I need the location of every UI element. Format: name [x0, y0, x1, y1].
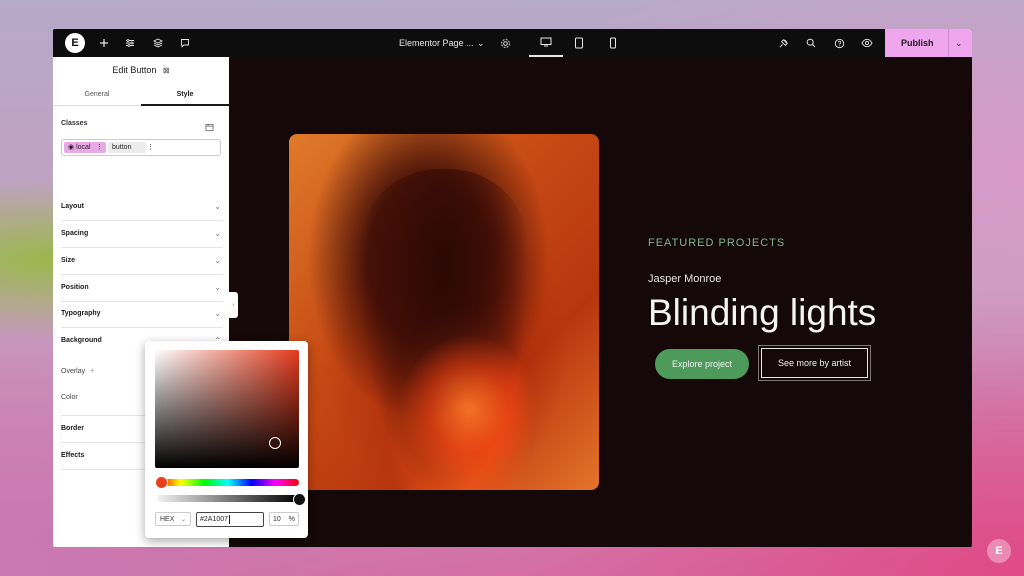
- section-label: Position: [61, 284, 89, 291]
- opacity-input[interactable]: 10 %: [269, 512, 299, 526]
- add-element-icon[interactable]: [92, 29, 116, 57]
- layers-icon[interactable]: [146, 29, 170, 57]
- search-icon[interactable]: [799, 29, 823, 57]
- class-chip-button[interactable]: button ⋮: [108, 142, 154, 153]
- section-label: Background: [61, 337, 102, 344]
- section-spacing[interactable]: Spacing ⌄: [61, 221, 223, 248]
- publish-options-chevron-icon[interactable]: ⌄: [955, 29, 963, 57]
- text-caret: [229, 514, 231, 524]
- save-class-icon[interactable]: [205, 119, 214, 137]
- panel-tabs: General Style: [53, 85, 229, 106]
- logo-glyph: E: [71, 37, 79, 49]
- section-label: Effects: [61, 452, 85, 459]
- mobile-view-icon[interactable]: [596, 31, 630, 55]
- color-format-select[interactable]: HEX ⌄: [155, 512, 191, 526]
- page-settings-gear-icon[interactable]: [493, 29, 517, 57]
- chevron-down-icon: ⌄: [214, 283, 221, 292]
- site-settings-icon[interactable]: [118, 29, 142, 57]
- fire-glow: [399, 334, 539, 484]
- classes-label: Classes: [61, 120, 88, 127]
- tab-general[interactable]: General: [53, 85, 141, 105]
- publish-divider: [948, 29, 949, 57]
- section-label: Size: [61, 257, 76, 264]
- widgets-grid-icon[interactable]: ⊠: [163, 66, 170, 75]
- section-layout[interactable]: Layout ⌄: [61, 194, 223, 221]
- chevron-down-icon: ⌄: [214, 229, 221, 238]
- eyebrow-heading[interactable]: FEATURED PROJECTS: [648, 237, 785, 249]
- opacity-value: 10: [273, 516, 281, 523]
- see-more-by-artist-button[interactable]: See more by artist: [758, 345, 871, 381]
- location-pin-icon: ◉: [68, 144, 75, 151]
- section-typography[interactable]: Typography ⌄: [61, 301, 223, 328]
- chip-local-label: local: [76, 144, 91, 151]
- chevron-down-icon: ⌄: [214, 202, 221, 211]
- integrations-icon[interactable]: [771, 29, 795, 57]
- classes-input[interactable]: ◉ local ⋮ button ⋮: [61, 139, 221, 156]
- hex-input-value: #2A1007: [200, 516, 229, 523]
- page-title-dropdown[interactable]: Elementor Page ...: [399, 29, 474, 57]
- explore-project-button[interactable]: Explore project: [655, 349, 749, 379]
- section-label: Layout: [61, 203, 84, 210]
- opacity-unit: %: [288, 516, 295, 523]
- color-format-value: HEX: [160, 516, 175, 523]
- chevron-down-icon[interactable]: ⌄: [477, 29, 485, 57]
- section-size[interactable]: Size ⌄: [61, 248, 223, 275]
- saturation-value-area[interactable]: [155, 350, 299, 468]
- top-bar: E Elementor Page ... ⌄ Publish ⌄: [53, 29, 972, 57]
- section-position[interactable]: Position ⌄: [61, 275, 223, 302]
- artist-name[interactable]: Jasper Monroe: [648, 273, 721, 285]
- section-label: Typography: [61, 310, 101, 317]
- comments-icon[interactable]: [173, 29, 197, 57]
- chevron-down-icon: ⌄: [180, 517, 186, 523]
- add-overlay-icon[interactable]: +: [90, 368, 94, 375]
- elementor-logo-icon[interactable]: E: [65, 33, 85, 53]
- elementor-watermark-icon: E: [987, 539, 1011, 563]
- help-icon[interactable]: [827, 29, 851, 57]
- desktop-view-icon[interactable]: [529, 29, 563, 57]
- chevron-down-icon: ⌄: [214, 256, 221, 265]
- alpha-slider[interactable]: [157, 495, 299, 502]
- panel-title: Edit Button: [112, 65, 157, 75]
- section-label: Spacing: [61, 230, 89, 237]
- panel-title-row: Edit Button ⊠: [53, 57, 229, 83]
- tab-style[interactable]: Style: [141, 85, 229, 106]
- chip-menu-icon[interactable]: ⋮: [147, 142, 154, 153]
- class-chip-local[interactable]: ◉ local ⋮: [64, 142, 106, 153]
- overlay-row: Overlay +: [61, 368, 94, 375]
- chevron-down-icon: ⌄: [214, 309, 221, 318]
- hue-slider-handle[interactable]: [155, 476, 168, 489]
- publish-label: Publish: [901, 38, 934, 48]
- chip-button-label: button: [112, 144, 132, 151]
- hex-input[interactable]: #2A1007: [196, 512, 264, 527]
- panel-collapse-handle[interactable]: ‹: [229, 292, 238, 318]
- publish-button[interactable]: Publish ⌄: [885, 29, 972, 57]
- chip-menu-icon[interactable]: ⋮: [96, 142, 103, 153]
- hue-slider[interactable]: [157, 479, 299, 486]
- saturation-handle[interactable]: [269, 437, 281, 449]
- color-label: Color: [61, 394, 78, 401]
- project-headline[interactable]: Blinding lights: [648, 292, 876, 334]
- alpha-slider-handle[interactable]: [293, 493, 306, 506]
- featured-project-image[interactable]: [289, 134, 599, 490]
- tablet-view-icon[interactable]: [562, 31, 596, 55]
- overlay-label: Overlay: [61, 368, 86, 375]
- preview-eye-icon[interactable]: [855, 29, 879, 57]
- section-label: Border: [61, 425, 84, 432]
- color-picker-popover: HEX ⌄ #2A1007 10 %: [145, 341, 308, 538]
